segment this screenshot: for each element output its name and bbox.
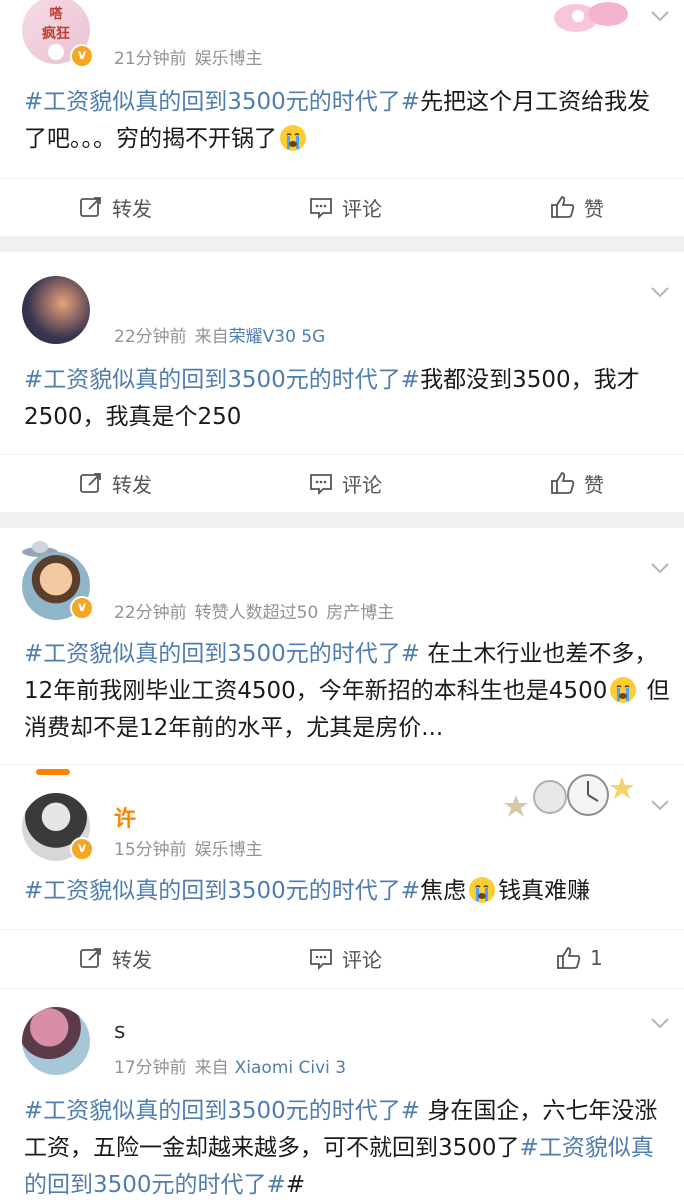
- avatar[interactable]: [22, 276, 90, 344]
- like-button[interactable]: 赞: [550, 179, 604, 235]
- post-content: #工资貌似真的回到3500元的时代了#焦虑 钱真难赚: [24, 873, 670, 910]
- post-separator: [0, 512, 684, 528]
- user-tag: 娱乐博主: [194, 840, 263, 860]
- svg-text:嗒: 嗒: [49, 6, 63, 22]
- comment-label: 评论: [342, 472, 382, 497]
- avatar[interactable]: [22, 1007, 90, 1075]
- post-card[interactable]: 22分钟前 来自荣耀V30 5G #工资貌似真的回到3500元的时代了#我都没到3…: [0, 252, 684, 512]
- chevron-down-icon[interactable]: [648, 280, 672, 304]
- verified-badge-icon: v: [70, 44, 94, 68]
- verified-badge-icon: v: [70, 596, 94, 620]
- post-time: 21分钟前: [114, 49, 187, 69]
- headframe-decoration: [36, 769, 70, 775]
- username[interactable]: s: [114, 1019, 125, 1044]
- comment-button[interactable]: 评论: [308, 930, 382, 986]
- repost-icon: [80, 197, 101, 217]
- post-meta: 21分钟前 娱乐博主: [114, 44, 263, 69]
- comment-icon: [310, 198, 332, 220]
- post-separator: [0, 236, 684, 252]
- chevron-down-icon[interactable]: [648, 556, 672, 580]
- like-count: 1: [590, 946, 603, 970]
- post-content: #工资貌似真的回到3500元的时代了#我都没到3500，我才2500，我真是个2…: [24, 362, 670, 436]
- repost-button[interactable]: 转发: [78, 179, 152, 235]
- crying-emoji-icon: [610, 677, 637, 703]
- verified-badge-icon: v: [70, 837, 94, 861]
- user-tag: 娱乐博主: [194, 49, 263, 69]
- pink-decoration-icon: [546, 0, 636, 36]
- post-text: 焦虑: [420, 878, 467, 904]
- post-text-tail: #: [285, 1172, 306, 1198]
- username[interactable]: 许: [114, 801, 136, 833]
- comment-icon: [310, 949, 332, 971]
- user-tag: 房产博主: [326, 603, 395, 623]
- repost-label: 转发: [112, 947, 152, 972]
- post-card[interactable]: 嗒 疯狂 v 21分钟前 娱乐博主 #工资貌似真的回到3500元的时代了#先把这个…: [0, 0, 684, 236]
- chevron-down-icon[interactable]: [648, 793, 672, 817]
- like-button[interactable]: 1: [556, 930, 603, 986]
- hashtag-link[interactable]: #工资貌似真的回到3500元的时代了#: [24, 641, 420, 667]
- comment-button[interactable]: 评论: [308, 455, 382, 511]
- repost-label: 转发: [112, 196, 152, 221]
- post-meta: 15分钟前 娱乐博主: [114, 835, 263, 860]
- hashtag-link[interactable]: #工资貌似真的回到3500元的时代了#: [24, 878, 420, 904]
- post-text: 钱真难赚: [498, 878, 591, 904]
- like-label: 赞: [584, 196, 604, 221]
- post-time: 22分钟前: [114, 327, 187, 347]
- post-time: 22分钟前: [114, 603, 187, 623]
- chevron-down-icon[interactable]: [648, 1011, 672, 1035]
- weibo-feed: 嗒 疯狂 v 21分钟前 娱乐博主 #工资貌似真的回到3500元的时代了#先把这个…: [0, 0, 684, 1200]
- hashtag-link[interactable]: #工资貌似真的回到3500元的时代了#: [24, 89, 420, 115]
- comment-label: 评论: [342, 947, 382, 972]
- crying-emoji-icon: [469, 877, 496, 903]
- thumbs-up-icon: [551, 472, 575, 494]
- post-content: #工资貌似真的回到3500元的时代了#先把这个月工资给我发了吧。。。穷的揭不开锅…: [24, 84, 670, 158]
- post-meta: 22分钟前 来自荣耀V30 5G: [114, 322, 325, 347]
- like-label: 赞: [584, 472, 604, 497]
- repost-icon: [80, 948, 101, 968]
- source-prefix: 来自: [194, 1058, 229, 1078]
- action-bar: 转发 评论 赞: [0, 178, 684, 234]
- engagement-tag: 转赞人数超过50: [194, 603, 319, 623]
- post-card[interactable]: s 17分钟前 来自 Xiaomi Civi 3 #工资貌似真的回到3500元的时代…: [0, 988, 684, 1200]
- post-time: 17分钟前: [114, 1058, 187, 1078]
- svg-text:疯狂: 疯狂: [42, 25, 70, 42]
- device-source-link[interactable]: Xiaomi Civi 3: [235, 1058, 346, 1078]
- action-bar: 转发 评论 赞: [0, 454, 684, 510]
- device-source-link[interactable]: 荣耀V30 5G: [229, 327, 326, 347]
- post-meta: 17分钟前 来自 Xiaomi Civi 3: [114, 1053, 346, 1078]
- thumbs-up-icon: [551, 196, 575, 218]
- comment-label: 评论: [342, 196, 382, 221]
- repost-button[interactable]: 转发: [78, 455, 152, 511]
- post-card[interactable]: v 许 15分钟前 娱乐博主 #工资貌似真的回到3500元的时代了#焦虑 钱真难赚 …: [0, 764, 684, 988]
- hashtag-link[interactable]: #工资貌似真的回到3500元的时代了#: [24, 367, 420, 393]
- comment-icon: [310, 474, 332, 496]
- thumbs-up-icon: [557, 947, 581, 969]
- repost-label: 转发: [112, 472, 152, 497]
- crying-emoji-icon: [280, 125, 306, 151]
- post-content: #工资貌似真的回到3500元的时代了# 身在国企，六七年没涨工资，五险一金却越来…: [24, 1093, 670, 1200]
- post-content: #工资貌似真的回到3500元的时代了# 在土木行业也差不多，12年前我刚毕业工资…: [24, 636, 670, 747]
- post-card[interactable]: v 22分钟前 转赞人数超过50 房产博主 #工资貌似真的回到3500元的时代了# …: [0, 528, 684, 764]
- chevron-down-icon[interactable]: [648, 4, 672, 28]
- comment-button[interactable]: 评论: [308, 179, 382, 235]
- post-time: 15分钟前: [114, 840, 187, 860]
- repost-button[interactable]: 转发: [78, 930, 152, 986]
- source-prefix: 来自: [194, 327, 229, 347]
- action-bar: 转发 评论 1: [0, 929, 684, 985]
- repost-icon: [80, 473, 101, 493]
- clock-decoration-icon: [504, 773, 636, 821]
- hashtag-link[interactable]: #工资貌似真的回到3500元的时代了#: [24, 1098, 420, 1124]
- like-button[interactable]: 赞: [550, 455, 604, 511]
- post-meta: 22分钟前 转赞人数超过50 房产博主: [114, 598, 394, 623]
